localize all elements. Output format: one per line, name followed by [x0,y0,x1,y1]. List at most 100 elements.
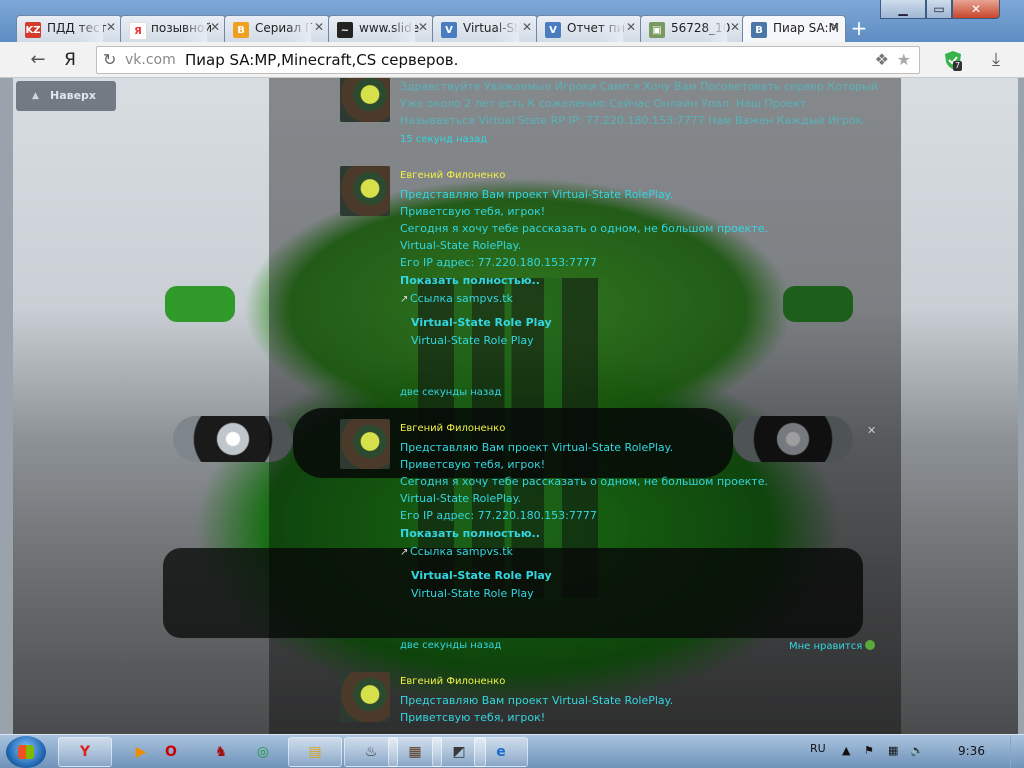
post-line: Virtual-State RolePlay. [400,239,522,252]
up-arrow-icon: ▲ [32,91,39,101]
post-line: Сегодня я хочу тебе рассказать о одном, … [400,475,768,488]
taskbar-opera[interactable]: O [144,737,198,767]
show-more-link[interactable]: Показать полностью.. [400,274,540,287]
language-indicator[interactable]: RU [810,742,826,755]
close-tab-icon[interactable]: ✕ [210,20,220,34]
tab-virtual-state[interactable]: V Virtual-St ✕ [432,15,538,42]
post-line: Virtual-State RolePlay. [400,492,522,505]
post-line: Приветсвую тебя, игрок! [400,205,546,218]
download-icon[interactable]: ⤓ [986,50,1006,70]
adblock-badge: 7 [953,61,963,71]
post-author[interactable]: Евгений Филоненко [400,676,505,687]
browser-tab-strip: KZ ПДД тест ✕ Я позывной ✕ B Сериал Г ✕ … [0,0,1024,43]
post-line: Сегодня я хочу тебе рассказать о одном, … [400,222,768,235]
tab-favicon-icon: ~ [337,22,353,38]
avatar[interactable] [340,78,390,122]
post-line: Приветсвую тебя, игрок! [400,458,546,471]
background-wallpaper-car [165,286,235,322]
tab-image[interactable]: ▣ 56728_10 ✕ [640,15,746,42]
post-line: Представляю Вам проект Virtual-State Rol… [400,694,674,707]
tab-favicon-icon: V [441,22,457,38]
close-tab-icon[interactable]: ✕ [522,20,532,34]
avatar[interactable] [340,672,390,722]
address-page-title: Пиар SA:MP,Minecraft,CS серверов. [185,51,459,69]
windows-logo-icon [18,745,34,759]
star-icon[interactable]: ★ [897,50,911,69]
post-author[interactable]: Евгений Филоненко [400,170,505,181]
taskbar-internet-explorer[interactable]: e [474,737,528,767]
post-line: Представляю Вам проект Virtual-State Rol… [400,188,674,201]
link-description: Virtual-State Role Play [411,334,534,347]
tab-poзyvnoi[interactable]: Я позывной ✕ [120,15,226,42]
address-domain: vk.com [125,52,176,68]
adblock-shield-icon[interactable]: 7 [942,50,964,71]
link-title[interactable]: Virtual-State Role Play [411,569,552,582]
news-feed: Здравствуйте Уважаемые Игроки Самп я Хоч… [269,78,901,734]
minimize-button[interactable]: ▁ [880,0,926,19]
taskbar-yandex-browser[interactable]: Y [58,737,112,767]
scroll-to-top-button[interactable]: ▲ Наверх [16,81,116,111]
avatar[interactable] [340,419,390,469]
close-tab-icon[interactable]: ✕ [106,20,116,34]
start-button[interactable] [6,736,46,768]
post-timestamp[interactable]: две секунды назад [400,640,501,651]
volume-icon[interactable]: 🔈 [910,744,924,757]
close-tab-icon[interactable]: ✕ [314,20,324,34]
post-timestamp[interactable]: две секунды назад [400,387,501,398]
tab-favicon-icon: B [233,22,249,38]
tab-slide[interactable]: ~ www.slide ✕ [328,15,434,42]
link-arrow-icon: ↗ [400,294,409,305]
close-tab-icon[interactable]: ✕ [418,20,428,34]
tab-favicon-icon: Я [129,22,147,40]
post-link-text: Ссылка sampvs.tk [410,292,513,305]
action-center-flag-icon[interactable]: ⚑ [864,744,874,757]
tab-piar-active[interactable]: B Пиар SA:М ✕ [742,15,846,43]
post-link[interactable]: ↗ Ссылка sampvs.tk [400,292,513,305]
link-title[interactable]: Virtual-State Role Play [411,316,552,329]
taskbar-chat-app[interactable]: ◎ [236,737,290,767]
tray-arrow-icon[interactable]: ▲ [842,744,850,757]
link-arrow-icon: ↗ [400,547,409,558]
taskbar-explorer[interactable]: ▤ [288,737,342,767]
tab-otchet[interactable]: V Отчет пи ✕ [536,15,642,42]
network-icon[interactable]: ▦ [888,744,898,757]
post-line: Его IP адрес: 77.220.180.153:7777 [400,256,597,269]
show-desktop-button[interactable] [1010,735,1024,768]
like-label: Мне нравится [789,641,863,652]
close-tab-icon[interactable]: ✕ [830,20,840,34]
post-line: Приветсвую тебя, игрок! [400,711,546,724]
tab-favicon-icon: ▣ [649,22,665,38]
post-line: Представляю Вам проект Virtual-State Rol… [400,441,674,454]
post-author[interactable]: Евгений Филоненко [400,423,505,434]
puzzle-icon[interactable]: ❖ [875,50,889,69]
windows-taskbar: Y ▶ O ♞ ◎ ▤ ♨ ▦ ◩ e RU ▲ ⚑ ▦ 🔈 9:36 [0,734,1024,768]
hide-post-close-icon[interactable]: ✕ [867,424,876,437]
tab-favicon-icon: KZ [25,22,41,38]
heart-icon [865,640,876,650]
close-tab-icon[interactable]: ✕ [626,20,636,34]
post-link[interactable]: ↗ Ссылка sampvs.tk [400,545,513,558]
close-tab-icon[interactable]: ✕ [730,20,740,34]
back-arrow-icon[interactable]: ← [28,50,48,70]
like-button[interactable]: Мне нравится [789,640,876,652]
show-more-link[interactable]: Показать полностью.. [400,527,540,540]
close-window-button[interactable]: ✕ [952,0,1000,19]
link-description: Virtual-State Role Play [411,587,534,600]
clock[interactable]: 9:36 [958,744,985,758]
yandex-logo-icon[interactable]: Я [60,50,80,70]
post-link-text: Ссылка sampvs.tk [410,545,513,558]
tab-favicon-icon: V [545,22,561,38]
address-bar[interactable]: ↻ vk.com Пиар SA:MP,Minecraft,CS серверо… [96,46,920,74]
tab-pdd-test[interactable]: KZ ПДД тест ✕ [16,15,122,42]
tab-serial[interactable]: B Сериал Г ✕ [224,15,330,42]
maximize-button[interactable]: ▭ [926,0,952,19]
post-timestamp[interactable]: 15 секунд назад [400,134,487,145]
tab-favicon-icon: B [751,22,767,38]
browser-toolbar: ← Я ↻ vk.com Пиар SA:MP,Minecraft,CS сер… [0,42,1024,78]
avatar[interactable] [340,166,390,216]
scroll-to-top-label: Наверх [50,89,97,102]
reload-icon[interactable]: ↻ [103,50,116,69]
post-text: Здравствуйте Уважаемые Игроки Самп я Хоч… [400,80,878,127]
new-tab-button[interactable]: + [848,18,870,40]
post-line: Его IP адрес: 77.220.180.153:7777 [400,509,597,522]
